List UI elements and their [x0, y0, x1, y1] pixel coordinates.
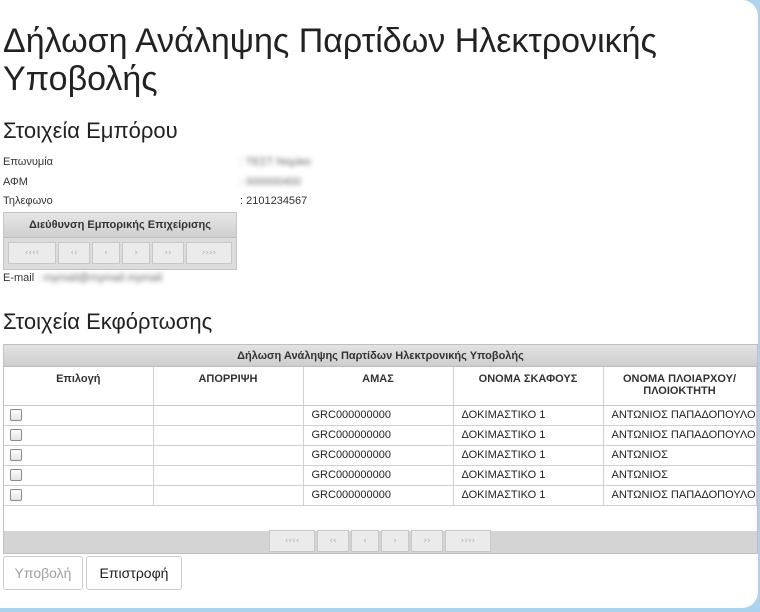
table-row[interactable]: GRC000000000 ΔΟΚΙΜΑΣΤΙΚΟ 1 ΑΝΤΩΝΙΟΣ ΠΑΠΑ… — [4, 425, 757, 446]
address-pager: ‹‹‹‹ ‹‹ ‹ › ›› ›››› — [8, 242, 232, 264]
vessel-name-cell: ΔΟΚΙΜΑΣΤΙΚΟ 1 — [453, 445, 604, 466]
captain-owner-cell: ΑΝΤΩΝΙΟΣ — [603, 445, 757, 466]
table-header-row: Επιλογή ΑΠΟΡΡΙΨΗ ΑΜΑΣ ΟΝΟΜΑ ΣΚΑΦΟΥΣ ΟΝΟΜ… — [4, 367, 757, 406]
back-button[interactable]: Επιστροφή — [86, 556, 182, 590]
merchant-vat-value: : 000000400 — [240, 176, 302, 188]
amas-cell: GRC000000000 — [303, 405, 454, 426]
table-row[interactable]: GRC000000000 ΔΟΚΙΜΑΣΤΙΚΟ 1 ΑΝΤΩΝΙΟΣ — [4, 465, 757, 486]
grid-pager-first-button[interactable]: ‹‹‹‹ — [269, 530, 315, 552]
grid-body: Επιλογή ΑΠΟΡΡΙΨΗ ΑΜΑΣ ΟΝΟΜΑ ΣΚΑΦΟΥΣ ΟΝΟΜ… — [4, 367, 757, 531]
grid-pager-next-page-button[interactable]: ›› — [411, 530, 443, 552]
rejection-cell — [153, 405, 304, 426]
merchant-name-value: : ΤΕΣΤ Νομίκο — [240, 156, 311, 168]
grid-pager: ‹‹‹‹ ‹‹ ‹ › ›› ›››› — [269, 530, 491, 552]
row-select-checkbox[interactable] — [10, 469, 22, 482]
merchant-phone-value: : 2101234567 — [240, 195, 308, 207]
email-label: E-mail — [3, 272, 35, 284]
rejection-cell — [153, 425, 304, 446]
amas-cell: GRC000000000 — [303, 465, 454, 486]
address-pager-first-button[interactable]: ‹‹‹‹ — [8, 242, 56, 264]
rejection-cell — [153, 485, 304, 506]
column-header-rejection[interactable]: ΑΠΟΡΡΙΨΗ — [153, 367, 304, 406]
grid-pager-prev-button[interactable]: ‹ — [351, 530, 379, 552]
rejection-cell — [153, 465, 304, 486]
row-select-cell — [4, 465, 154, 486]
amas-cell: GRC000000000 — [303, 445, 454, 466]
email-row: E-mail : mymail@mymail.mymail — [3, 272, 162, 284]
unloading-section-title: Στοιχεία Εκφόρτωσης — [3, 309, 213, 334]
merchant-section-title: Στοιχεία Εμπόρου — [3, 118, 178, 143]
column-header-amas[interactable]: ΑΜΑΣ — [303, 367, 454, 406]
captain-owner-cell: ΑΝΤΩΝΙΟΣ ΠΑΠΑΔΟΠΟΥΛΟΣ — [603, 485, 757, 506]
column-header-captain-owner[interactable]: ΟΝΟΜΑ ΠΛΟΙΑΡΧΟΥ/ ΠΛΟΙΟΚΤΗΤΗ — [603, 367, 757, 406]
address-pager-last-button[interactable]: ›››› — [186, 242, 232, 264]
business-address-box: Διεύθυνση Εμπορικής Επιχείρισης ‹‹‹‹ ‹‹ … — [3, 212, 237, 270]
table-row[interactable]: GRC000000000 ΔΟΚΙΜΑΣΤΙΚΟ 1 ΑΝΤΩΝΙΟΣ ΠΑΠΑ… — [4, 405, 757, 426]
address-pager-next-page-button[interactable]: ›› — [152, 242, 184, 264]
column-header-selection[interactable]: Επιλογή — [4, 367, 154, 406]
unloading-table: Επιλογή ΑΠΟΡΡΙΨΗ ΑΜΑΣ ΟΝΟΜΑ ΣΚΑΦΟΥΣ ΟΝΟΜ… — [4, 367, 757, 506]
address-pager-prev-button[interactable]: ‹ — [92, 242, 120, 264]
row-select-cell — [4, 445, 154, 466]
row-select-checkbox[interactable] — [10, 429, 22, 442]
row-select-cell — [4, 425, 154, 446]
row-select-checkbox[interactable] — [10, 489, 22, 502]
vessel-name-cell: ΔΟΚΙΜΑΣΤΙΚΟ 1 — [453, 405, 604, 426]
captain-owner-cell: ΑΝΤΩΝΙΟΣ ΠΑΠΑΔΟΠΟΥΛΟΣ — [603, 405, 757, 426]
merchant-phone-label: Τηλεφωνο — [3, 195, 53, 207]
row-select-cell — [4, 405, 154, 426]
captain-owner-cell: ΑΝΤΩΝΙΟΣ ΠΑΠΑΔΟΠΟΥΛΟΣ — [603, 425, 757, 446]
grid-caption: Δήλωση Ανάληψης Παρτίδων Ηλεκτρονικής Υπ… — [4, 345, 757, 367]
email-value: : mymail@mymail.mymail — [37, 272, 163, 284]
page-title: Δήλωση Ανάληψης Παρτίδων Ηλεκτρονικής Υπ… — [3, 22, 657, 98]
grid-pager-last-button[interactable]: ›››› — [445, 530, 491, 552]
business-address-title: Διεύθυνση Εμπορικής Επιχείρισης — [4, 213, 236, 238]
address-pager-next-button[interactable]: › — [122, 242, 150, 264]
row-select-checkbox[interactable] — [10, 449, 22, 462]
rejection-cell — [153, 445, 304, 466]
amas-cell: GRC000000000 — [303, 485, 454, 506]
table-row[interactable]: GRC000000000 ΔΟΚΙΜΑΣΤΙΚΟ 1 ΑΝΤΩΝΙΟΣ ΠΑΠΑ… — [4, 485, 757, 506]
row-select-cell — [4, 485, 154, 506]
grid-pager-prev-page-button[interactable]: ‹‹ — [317, 530, 349, 552]
vessel-name-cell: ΔΟΚΙΜΑΣΤΙΚΟ 1 — [453, 425, 604, 446]
row-select-checkbox[interactable] — [10, 409, 22, 422]
vessel-name-cell: ΔΟΚΙΜΑΣΤΙΚΟ 1 — [453, 465, 604, 486]
table-row[interactable]: GRC000000000 ΔΟΚΙΜΑΣΤΙΚΟ 1 ΑΝΤΩΝΙΟΣ — [4, 445, 757, 466]
merchant-name-label: Επωνυμία — [3, 156, 54, 168]
amas-cell: GRC000000000 — [303, 425, 454, 446]
unloading-grid: Δήλωση Ανάληψης Παρτίδων Ηλεκτρονικής Υπ… — [3, 344, 758, 554]
column-header-vessel-name[interactable]: ΟΝΟΜΑ ΣΚΑΦΟΥΣ — [453, 367, 604, 406]
grid-pager-next-button[interactable]: › — [381, 530, 409, 552]
merchant-vat-label: ΑΦΜ — [3, 176, 28, 188]
vessel-name-cell: ΔΟΚΙΜΑΣΤΙΚΟ 1 — [453, 485, 604, 506]
main-panel: Δήλωση Ανάληψης Παρτίδων Ηλεκτρονικής Υπ… — [0, 0, 758, 608]
address-pager-prev-page-button[interactable]: ‹‹ — [58, 242, 90, 264]
captain-owner-cell: ΑΝΤΩΝΙΟΣ — [603, 465, 757, 486]
submit-button[interactable]: Υποβολή — [3, 556, 83, 590]
